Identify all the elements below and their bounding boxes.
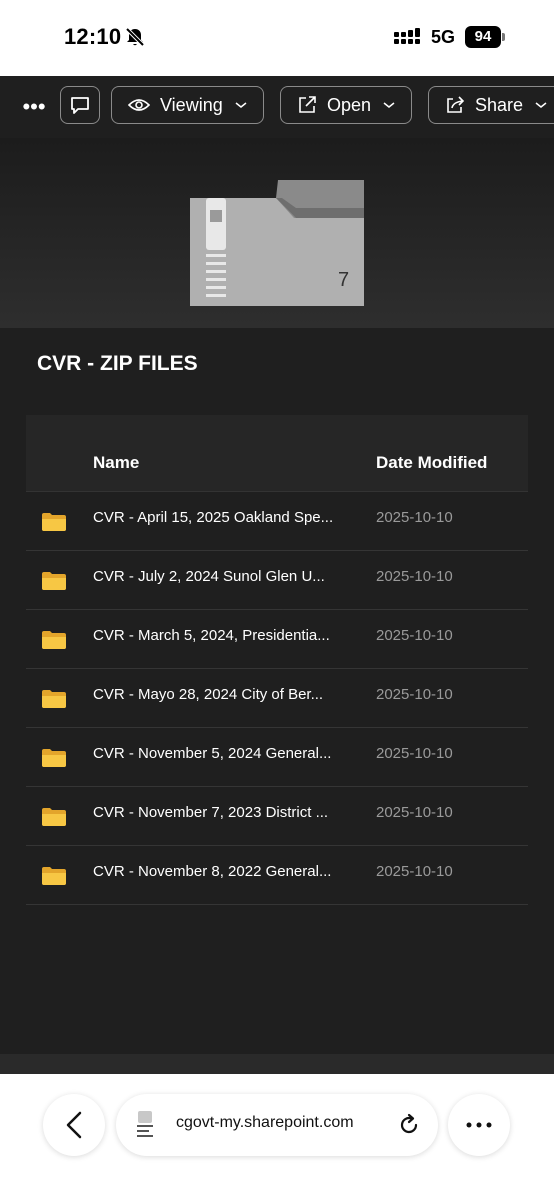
reader-icon [137, 1111, 153, 1137]
status-time: 12:10 [64, 24, 122, 49]
date-modified: 2025-10-10 [376, 804, 453, 821]
back-button[interactable] [43, 1094, 105, 1156]
share-icon [447, 96, 465, 113]
table-row[interactable]: CVR - Mayo 28, 2024 City of Ber... 2025-1… [26, 669, 528, 728]
table-row[interactable]: CVR - July 2, 2024 Sunol Glen U... 2025-1… [26, 551, 528, 610]
folder-icon [42, 690, 66, 708]
date-modified: 2025-10-10 [376, 686, 453, 703]
chevron-down-icon [535, 102, 547, 108]
sharepoint-viewer: ••• Viewing Open Share 7 CVR - ZIP FILES… [0, 76, 554, 1074]
folder-content: CVR - ZIP FILES Name Date Modified CVR -… [0, 328, 554, 1054]
open-label: Open [327, 94, 372, 115]
more-options-button[interactable] [448, 1094, 510, 1156]
eye-icon [128, 99, 150, 111]
folder-icon [42, 631, 66, 649]
file-name: CVR - November 8, 2022 General... [93, 863, 332, 880]
network-type: 5G [431, 27, 456, 47]
url-text: cgovt-my.sharepoint.com [176, 1114, 354, 1131]
share-label: Share [475, 94, 524, 115]
folder-icon [42, 513, 66, 531]
app-footer [0, 1054, 554, 1074]
table-row[interactable]: CVR - November 8, 2022 General... 2025-10… [26, 846, 528, 905]
reload-icon[interactable] [396, 1112, 422, 1138]
viewing-button[interactable]: Viewing [111, 86, 264, 124]
file-name: CVR - March 5, 2024, Presidentia... [93, 627, 330, 644]
open-button[interactable]: Open [280, 86, 412, 124]
back-arrow-icon [66, 1111, 82, 1139]
zip-folder-icon: 7 [190, 180, 364, 306]
share-button[interactable]: Share [428, 86, 554, 124]
date-modified: 2025-10-10 [376, 627, 453, 644]
more-icon[interactable]: ••• [22, 90, 46, 124]
folder-icon [42, 572, 66, 590]
folder-preview: 7 [0, 138, 554, 328]
table-row[interactable]: CVR - April 15, 2025 Oakland Spe... 2025-… [26, 492, 528, 551]
file-name: CVR - July 2, 2024 Sunol Glen U... [93, 568, 325, 585]
more-icon [466, 1122, 492, 1128]
date-modified: 2025-10-10 [376, 568, 453, 585]
address-bar[interactable]: cgovt-my.sharepoint.com [116, 1094, 438, 1156]
toolbar: ••• Viewing Open Share [0, 76, 554, 138]
table-row[interactable]: CVR - November 7, 2023 District ... 2025-… [26, 787, 528, 846]
table-row[interactable]: CVR - November 5, 2024 General... 2025-10… [26, 728, 528, 787]
comment-button[interactable] [60, 86, 100, 124]
signal-icon [394, 28, 420, 44]
viewing-label: Viewing [160, 94, 223, 115]
column-header-date-modified[interactable]: Date Modified [376, 453, 487, 473]
date-modified: 2025-10-10 [376, 863, 453, 880]
battery-indicator: 94 [465, 26, 501, 48]
folder-icon [42, 749, 66, 767]
column-header-name[interactable]: Name [93, 453, 139, 473]
file-table: Name Date Modified CVR - April 15, 2025 … [26, 415, 528, 905]
chevron-down-icon [383, 102, 395, 108]
browser-toolbar: cgovt-my.sharepoint.com [0, 1074, 554, 1200]
bell-slash-icon [125, 27, 145, 47]
date-modified: 2025-10-10 [376, 509, 453, 526]
table-header: Name Date Modified [26, 415, 528, 492]
folder-title: CVR - ZIP FILES [37, 352, 198, 375]
date-modified: 2025-10-10 [376, 745, 453, 762]
folder-icon [42, 867, 66, 885]
file-name: CVR - November 5, 2024 General... [93, 745, 332, 762]
chevron-down-icon [235, 102, 247, 108]
battery-nub [502, 33, 505, 41]
file-name: CVR - April 15, 2025 Oakland Spe... [93, 509, 334, 526]
file-name: CVR - November 7, 2023 District ... [93, 804, 329, 821]
folder-icon [42, 808, 66, 826]
file-name: CVR - Mayo 28, 2024 City of Ber... [93, 686, 324, 703]
table-body: CVR - April 15, 2025 Oakland Spe... 2025-… [26, 492, 528, 905]
item-count: 7 [338, 269, 349, 291]
comment-icon [71, 97, 89, 114]
open-external-icon [299, 96, 316, 113]
table-row[interactable]: CVR - March 5, 2024, Presidentia... 2025-… [26, 610, 528, 669]
status-bar: 12:10 5G 94 [0, 0, 554, 76]
